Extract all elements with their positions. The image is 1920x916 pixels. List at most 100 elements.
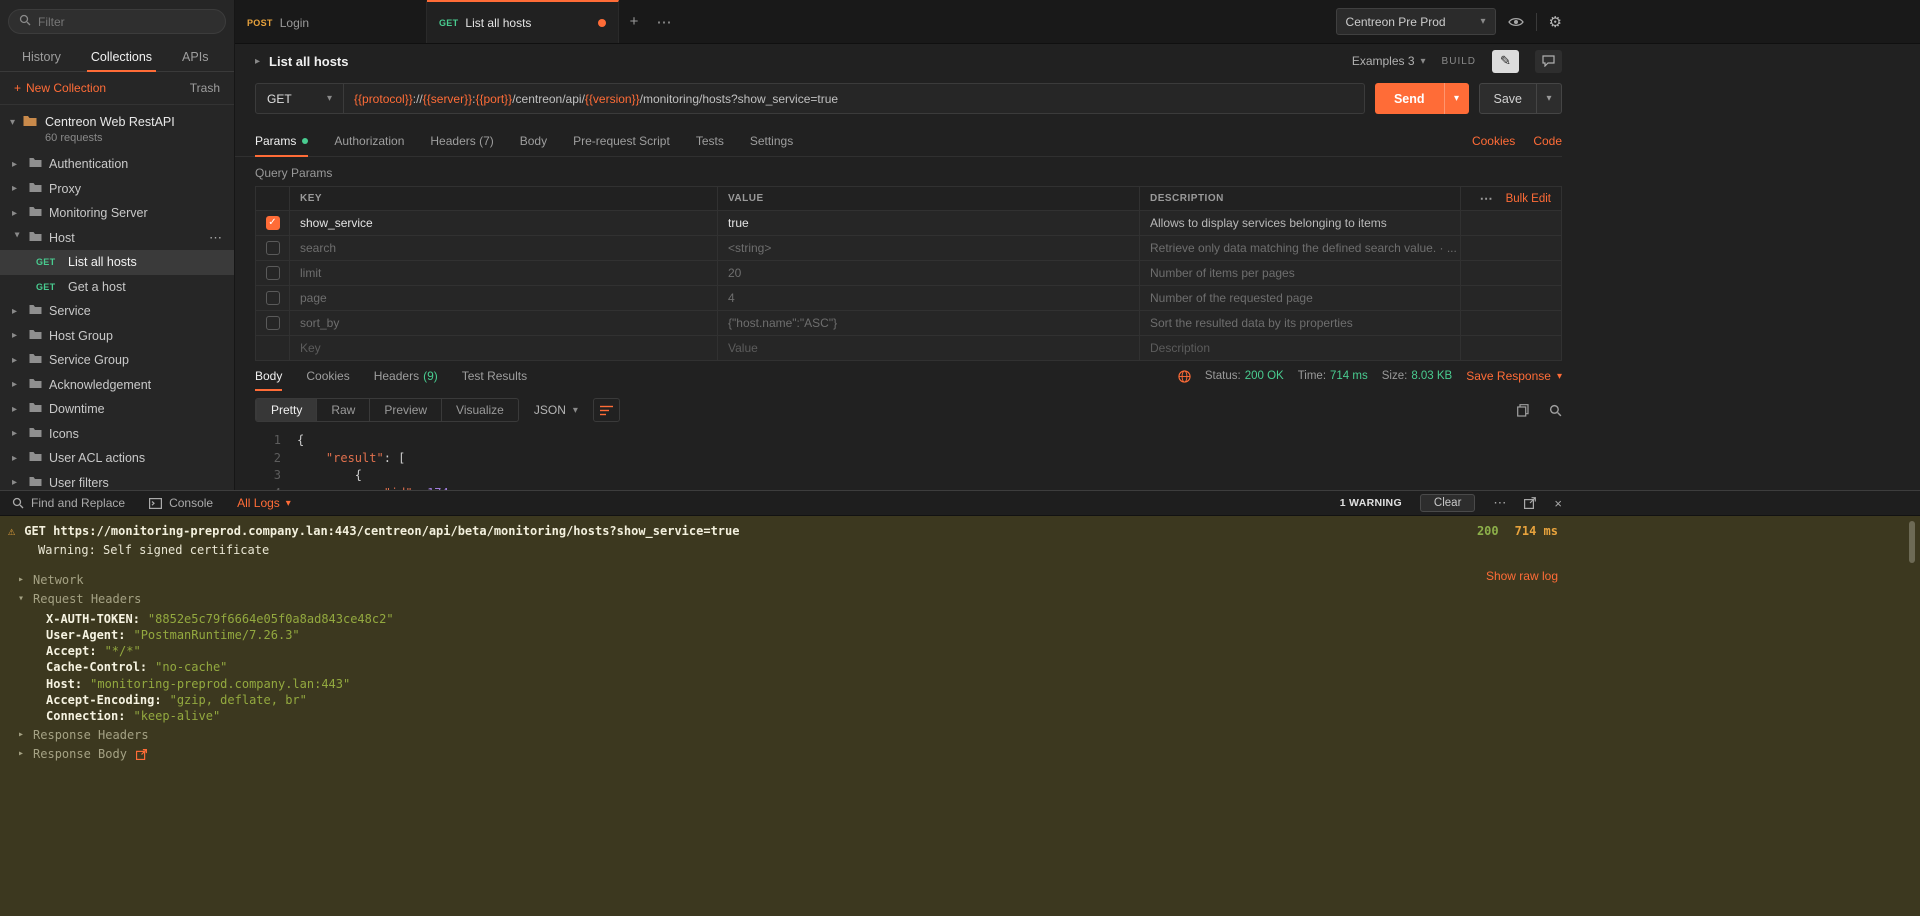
log-section-network[interactable]: ▸ Network <box>18 572 1920 588</box>
param-value-cell[interactable]: <string> <box>718 236 1140 260</box>
more-options-icon[interactable]: ⋯ <box>209 230 234 246</box>
tree-item[interactable]: ▸ Icons ⋯ <box>0 422 234 447</box>
response-tab[interactable]: Headers (9) <box>374 361 438 391</box>
log-filter-dropdown[interactable]: All Logs ▾ <box>237 496 291 510</box>
find-and-replace-button[interactable]: Find and Replace <box>12 496 125 510</box>
param-description-cell[interactable]: Number of the requested page <box>1140 286 1461 310</box>
param-key-cell[interactable]: page <box>290 286 718 310</box>
open-in-new-window-icon[interactable] <box>1524 497 1536 509</box>
param-description-cell[interactable]: Retrieve only data matching the defined … <box>1140 236 1461 260</box>
environment-eye-icon[interactable] <box>1508 16 1524 28</box>
send-options-caret[interactable]: ▾ <box>1444 83 1469 114</box>
request-section-tab[interactable]: Settings <box>750 125 793 156</box>
url-input[interactable]: {{protocol}}://{{server}}:{{port}}/centr… <box>344 84 1364 113</box>
tree-item[interactable]: ▸ Service ⋯ <box>0 299 234 324</box>
code-link[interactable]: Code <box>1533 134 1562 148</box>
edit-pencil-button[interactable]: ✎ <box>1492 50 1519 73</box>
tree-item[interactable]: ▸ Monitoring Server ⋯ <box>0 201 234 226</box>
table-options-icon[interactable]: ⋯ <box>1480 191 1494 207</box>
param-key-cell[interactable]: limit <box>290 261 718 285</box>
comment-button[interactable] <box>1535 50 1562 73</box>
param-value-cell[interactable]: Value <box>718 336 1140 360</box>
request-tab[interactable]: GET List all hosts <box>427 0 619 43</box>
request-section-tab[interactable]: Params <box>255 125 308 156</box>
save-options-caret[interactable]: ▾ <box>1536 84 1561 113</box>
console-options-icon[interactable]: ⋯ <box>1493 495 1506 511</box>
param-description-cell[interactable]: Number of items per pages <box>1140 261 1461 285</box>
param-value-cell[interactable]: true <box>718 211 1140 235</box>
tree-item[interactable]: ▸ Authentication ⋯ <box>0 152 234 177</box>
request-section-tab[interactable]: Body <box>520 125 547 156</box>
bulk-edit-link[interactable]: Bulk Edit <box>1506 193 1551 205</box>
cookies-link[interactable]: Cookies <box>1472 134 1515 148</box>
log-section-response-body[interactable]: ▸ Response Body <box>18 746 1920 762</box>
request-section-tab[interactable]: Headers (7) <box>430 125 493 156</box>
param-key-cell[interactable]: sort_by <box>290 311 718 335</box>
param-value-cell[interactable]: {"host.name":"ASC"} <box>718 311 1140 335</box>
close-console-icon[interactable]: × <box>1554 496 1562 511</box>
request-section-tab[interactable]: Tests <box>696 125 724 156</box>
show-raw-log-link[interactable]: Show raw log <box>1486 569 1558 583</box>
log-section-response-headers[interactable]: ▸ Response Headers <box>18 727 1920 743</box>
tree-item[interactable]: ▸ User ACL actions ⋯ <box>0 446 234 471</box>
view-mode-tab[interactable]: Raw <box>316 399 369 421</box>
environment-selector[interactable]: Centreon Pre Prod ▾ <box>1336 8 1496 35</box>
examples-dropdown[interactable]: Examples 3 ▾ <box>1352 54 1426 68</box>
external-link-icon[interactable] <box>136 749 147 760</box>
save-button[interactable]: Save <box>1480 84 1537 113</box>
log-request-entry[interactable]: ⚠ GET https://monitoring-preprod.company… <box>8 524 1920 538</box>
row-checkbox[interactable]: ✓ <box>266 241 280 255</box>
param-description-cell[interactable]: Description <box>1140 336 1461 360</box>
trash-button[interactable]: Trash <box>190 81 220 95</box>
new-collection-button[interactable]: + New Collection <box>14 81 106 95</box>
copy-icon[interactable] <box>1517 404 1529 417</box>
request-tab[interactable]: POST Login <box>235 0 427 43</box>
tree-item[interactable]: ▸ GET List all hosts ⋯ <box>0 250 234 275</box>
param-key-cell[interactable]: show_service <box>290 211 718 235</box>
request-section-tab[interactable]: Pre-request Script <box>573 125 670 156</box>
log-section-request-headers[interactable]: ▾ Request Headers <box>18 591 1920 607</box>
language-selector[interactable]: JSON ▾ <box>534 403 578 417</box>
param-description-cell[interactable]: Sort the resulted data by its properties <box>1140 311 1461 335</box>
view-mode-tab[interactable]: Visualize <box>441 399 518 421</box>
clear-console-button[interactable]: Clear <box>1420 494 1475 512</box>
settings-gear-icon[interactable]: ⚙ <box>1549 13 1562 31</box>
response-tab[interactable]: Test Results <box>462 361 527 391</box>
console-scrollbar-thumb[interactable] <box>1909 521 1915 563</box>
collection-root[interactable]: ▾ Centreon Web RestAPI 60 requests <box>0 105 234 152</box>
tree-item[interactable]: ▸ Downtime ⋯ <box>0 397 234 422</box>
response-tab[interactable]: Cookies <box>306 361 349 391</box>
param-value-cell[interactable]: 20 <box>718 261 1140 285</box>
tab-options-icon[interactable]: ⋯ <box>649 0 679 43</box>
sidebar-tab[interactable]: History <box>22 42 61 71</box>
wrap-lines-button[interactable] <box>593 398 620 422</box>
view-mode-tab[interactable]: Preview <box>369 399 441 421</box>
row-checkbox[interactable]: ✓ <box>266 291 280 305</box>
method-selector[interactable]: GET ▾ <box>256 84 344 113</box>
filter-input[interactable] <box>38 15 215 29</box>
console-tab[interactable]: Console <box>149 496 213 510</box>
tree-item[interactable]: ▸ GET Get a host ⋯ <box>0 275 234 300</box>
tree-item[interactable]: ▸ Acknowledgement ⋯ <box>0 373 234 398</box>
row-checkbox[interactable]: ✓ <box>266 266 280 280</box>
new-tab-button[interactable]: + <box>619 0 649 43</box>
network-globe-icon[interactable] <box>1178 370 1191 383</box>
sidebar-tab[interactable]: APIs <box>182 42 208 71</box>
tree-item[interactable]: ▸ User filters ⋯ <box>0 471 234 491</box>
response-tab[interactable]: Body <box>255 361 282 391</box>
search-response-icon[interactable] <box>1549 404 1562 417</box>
view-mode-tab[interactable]: Pretty <box>256 399 316 421</box>
collapse-caret-icon[interactable]: ▸ <box>255 56 260 67</box>
request-section-tab[interactable]: Authorization <box>334 125 404 156</box>
param-key-cell[interactable]: Key <box>290 336 718 360</box>
param-key-cell[interactable]: search <box>290 236 718 260</box>
sidebar-tab[interactable]: Collections <box>91 42 152 71</box>
param-description-cell[interactable]: Allows to display services belonging to … <box>1140 211 1461 235</box>
row-checkbox[interactable]: ✓ <box>266 316 280 330</box>
response-body-editor[interactable]: 1 { 2 "result" : [ 3 <box>255 429 1562 490</box>
row-checkbox[interactable]: ✓ <box>266 216 280 230</box>
tree-item[interactable]: ▸ Host Group ⋯ <box>0 324 234 349</box>
tree-item[interactable]: ▸ Proxy ⋯ <box>0 177 234 202</box>
tree-item[interactable]: ▸ Host ⋯ <box>0 226 234 251</box>
param-value-cell[interactable]: 4 <box>718 286 1140 310</box>
